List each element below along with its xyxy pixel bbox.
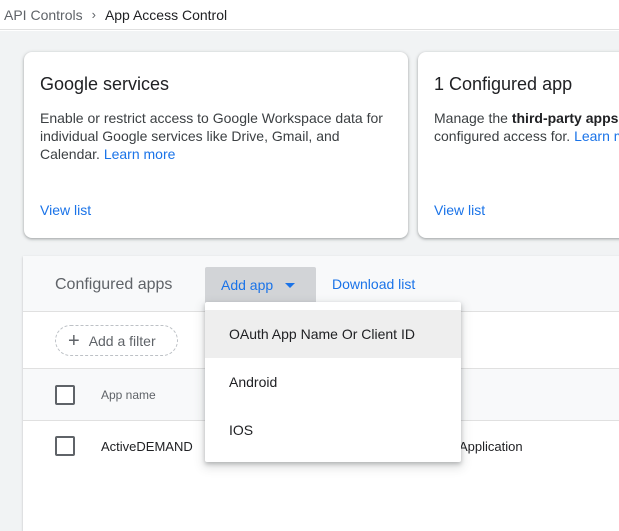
add-filter-button[interactable]: + Add a filter xyxy=(55,325,178,356)
google-services-card: Google services Enable or restrict acces… xyxy=(24,52,408,238)
app-type-cell: Application xyxy=(459,439,523,454)
configured-desc-bold: third-party apps xyxy=(511,110,619,126)
configured-desc-prefix: Manage the xyxy=(434,110,512,126)
column-header-app-name[interactable]: App name xyxy=(101,388,156,402)
menu-item-android[interactable]: Android xyxy=(205,358,461,406)
add-app-button[interactable]: Add app xyxy=(205,267,316,303)
configured-desc-line2: configured access for. xyxy=(434,128,575,144)
menu-item-oauth-app[interactable]: OAuth App Name Or Client ID xyxy=(205,310,461,358)
caret-down-icon xyxy=(285,283,296,288)
google-services-learn-more-link[interactable]: Learn more xyxy=(104,146,176,162)
plus-icon: + xyxy=(68,329,80,352)
configured-view-list-link[interactable]: View list xyxy=(434,202,485,218)
google-services-title: Google services xyxy=(40,74,170,94)
add-filter-label: Add a filter xyxy=(88,332,156,349)
breadcrumb-api-controls[interactable]: API Controls xyxy=(4,7,83,23)
row-checkbox[interactable] xyxy=(55,436,75,456)
chevron-right-icon: › xyxy=(91,7,96,22)
add-app-label: Add app xyxy=(221,277,274,293)
select-all-checkbox[interactable] xyxy=(55,385,75,405)
configured-apps-card: 1 Configured app Manage the third-party … xyxy=(418,52,619,238)
add-app-dropdown-menu: OAuth App Name Or Client ID Android IOS xyxy=(205,302,461,462)
google-services-description-text: Enable or restrict access to Google Work… xyxy=(40,110,383,162)
breadcrumb-current: App Access Control xyxy=(104,6,228,23)
google-services-view-list-link[interactable]: View list xyxy=(40,202,91,218)
configured-learn-more-link[interactable]: Learn m xyxy=(574,128,619,144)
google-services-description: Enable or restrict access to Google Work… xyxy=(40,109,392,163)
menu-item-ios[interactable]: IOS xyxy=(205,406,461,454)
configured-apps-count-title: 1 Configured app xyxy=(434,74,573,94)
breadcrumb: API Controls › App Access Control xyxy=(0,0,619,30)
panel-title: Configured apps xyxy=(55,276,173,293)
configured-apps-description: Manage the third-party apps aconfigured … xyxy=(434,109,619,145)
app-name-cell[interactable]: ActiveDEMAND xyxy=(101,439,193,454)
download-list-link[interactable]: Download list xyxy=(332,276,415,292)
